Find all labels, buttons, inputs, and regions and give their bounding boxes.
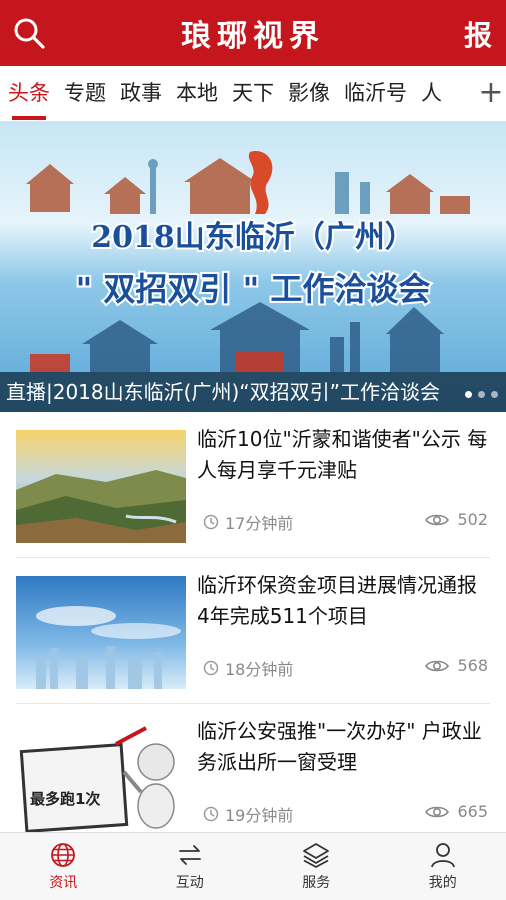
clock-icon — [203, 660, 219, 676]
tab-strip: 头条 专题 政事 本地 天下 影像 临沂号 人 — [0, 66, 478, 121]
carousel-dot[interactable] — [491, 391, 498, 398]
nav-mine-label: 我的 — [428, 875, 457, 891]
nav-mine[interactable]: 我的 — [380, 833, 506, 900]
nav-interact[interactable]: 互动 — [127, 833, 254, 900]
news-time-text: 17分钟前 — [225, 514, 294, 533]
news-time-text: 19分钟前 — [225, 806, 294, 825]
tab-images[interactable]: 影像 — [280, 66, 336, 121]
news-views-count: 665 — [457, 802, 488, 821]
layers-icon — [303, 843, 330, 868]
tab-headlines[interactable]: 头条 — [0, 66, 56, 121]
news-item[interactable]: 临沂10位"沂蒙和谐使者"公示 每人每月享千元津贴 17分钟前 502 — [0, 412, 506, 558]
report-button[interactable]: 报 — [464, 14, 492, 54]
carousel-dot[interactable] — [478, 391, 485, 398]
app-title: 琅琊视界 — [181, 19, 325, 54]
news-title[interactable]: 临沂公安强推"一次办好" 户政业务派出所一窗受理 — [197, 716, 493, 778]
tab-local[interactable]: 本地 — [168, 66, 224, 121]
eye-icon — [425, 660, 450, 671]
globe-icon — [51, 843, 76, 867]
news-item[interactable]: 最多跑1次 临沂公安强推"一次办好" 户政业务派出所一窗受理 19分钟前 665 — [0, 704, 506, 835]
news-item[interactable]: 临沂环保资金项目进展情况通报 4年完成511个项目 18分钟前 568 — [0, 558, 506, 704]
bottom-nav: 资讯 互动 服务 我的 — [0, 832, 506, 900]
user-icon — [430, 843, 455, 868]
news-time: 17分钟前 — [203, 510, 293, 534]
carousel-dot[interactable] — [465, 391, 472, 398]
news-views: 665 — [425, 802, 488, 821]
nav-interact-label: 互动 — [175, 875, 204, 891]
news-title[interactable]: 临沂环保资金项目进展情况通报 4年完成511个项目 — [197, 570, 493, 632]
app-header: 琅琊视界 报 — [0, 0, 506, 66]
search-icon[interactable] — [12, 16, 46, 50]
news-thumbnail — [16, 576, 186, 689]
swap-arrows-icon — [178, 845, 201, 865]
tab-world[interactable]: 天下 — [224, 66, 280, 121]
news-views: 568 — [425, 656, 488, 675]
news-time: 19分钟前 — [203, 802, 293, 826]
news-thumbnail — [16, 430, 186, 543]
nav-service-label: 服务 — [302, 875, 331, 891]
news-views-count: 568 — [457, 656, 488, 675]
clock-icon — [203, 806, 219, 822]
news-views-count: 502 — [457, 510, 488, 529]
tab-politics[interactable]: 政事 — [112, 66, 168, 121]
clock-icon — [203, 514, 219, 530]
banner-title-line1: 2018山东临沂（广州） — [91, 220, 415, 255]
thumb-caption: 最多跑1次 — [30, 790, 100, 808]
tab-linyi-hao[interactable]: 临沂号 — [336, 66, 413, 121]
tab-people[interactable]: 人 — [413, 66, 448, 121]
news-title[interactable]: 临沂10位"沂蒙和谐使者"公示 每人每月享千元津贴 — [197, 424, 493, 486]
news-thumbnail: 最多跑1次 — [16, 722, 186, 835]
nav-news[interactable]: 资讯 — [0, 833, 127, 900]
banner-caption: 直播|2018山东临沂(广州)“双招双引”工作洽谈会 — [0, 372, 506, 412]
category-tabs: 头条 专题 政事 本地 天下 影像 临沂号 人 + — [0, 66, 506, 122]
news-time-text: 18分钟前 — [225, 660, 294, 679]
banner-illustration: 2018山东临沂（广州） " 双招双引 " 工作洽谈会 — [0, 151, 506, 412]
nav-news-label: 资讯 — [49, 875, 78, 891]
news-time: 18分钟前 — [203, 656, 293, 680]
add-tab-button[interactable]: + — [476, 66, 506, 121]
eye-icon — [425, 806, 450, 817]
eye-icon — [425, 514, 450, 525]
featured-banner[interactable]: 2018山东临沂（广州） " 双招双引 " 工作洽谈会 直播|2018山东临沂(… — [0, 122, 506, 412]
carousel-dots — [465, 391, 498, 398]
banner-title-line2: " 双招双引 " 工作洽谈会 — [76, 270, 431, 308]
nav-service[interactable]: 服务 — [253, 833, 380, 900]
news-views: 502 — [425, 510, 488, 529]
tab-topics[interactable]: 专题 — [56, 66, 112, 121]
